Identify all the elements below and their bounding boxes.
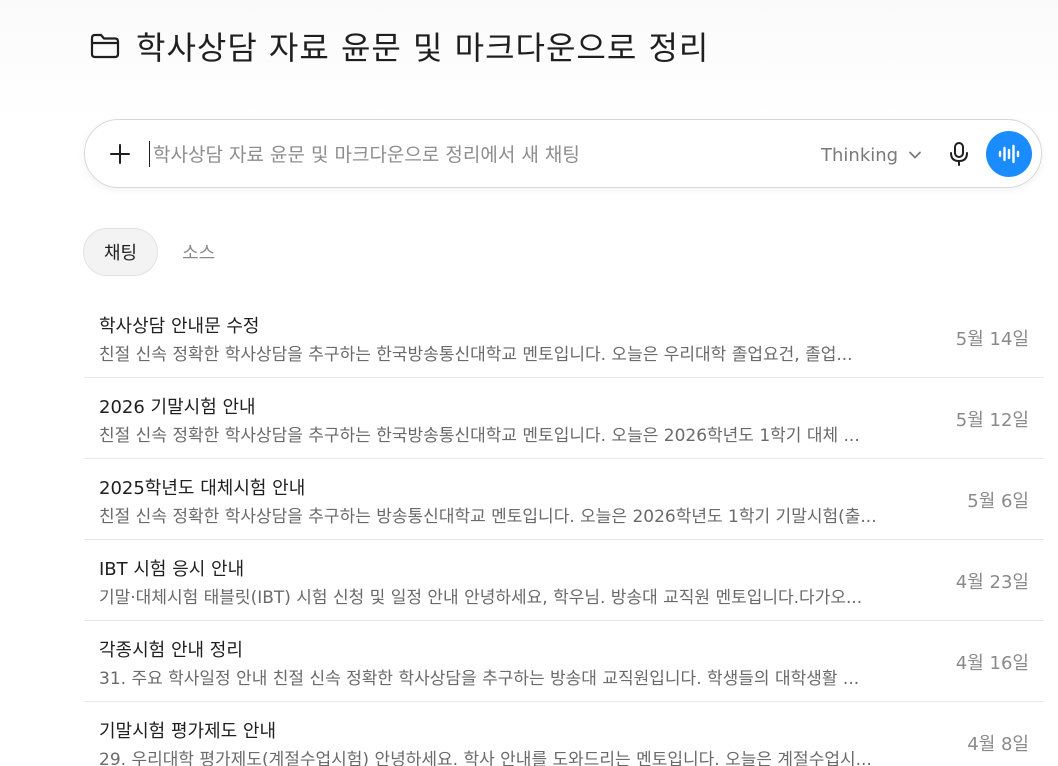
chat-snippet: 친절 신속 정확한 학사상담을 추구하는 한국방송통신대학교 멘토입니다. 오늘… [99,345,853,365]
model-label: Thinking [821,144,899,166]
tab-sources[interactable]: 소스 [162,228,235,276]
chat-input[interactable] [151,134,795,176]
chat-date: 5월 6일 [967,491,1029,512]
chat-snippet: 기말·대체시험 태블릿(IBT) 시험 신청 및 일정 안내 안녕하세요, 학우… [99,588,863,608]
chat-title: IBT 시험 응시 안내 [99,559,245,580]
chat-snippet: 친절 신속 정확한 학사상담을 추구하는 방송통신대학교 멘토입니다. 오늘은 … [99,507,877,527]
model-selector[interactable]: Thinking [821,142,922,168]
tab-bar: 채팅 소스 [83,228,235,276]
chat-snippet: 29. 우리대학 평가제도(계절수업시험) 안녕하세요. 학사 안내를 도와드리… [99,750,872,766]
chat-list: 학사상담 안내문 수정 친절 신속 정확한 학사상담을 추구하는 한국방송통신대… [84,297,1044,766]
chat-date: 5월 14일 [955,329,1029,350]
chat-list-item[interactable]: 2025학년도 대체시험 안내 친절 신속 정확한 학사상담을 추구하는 방송통… [84,459,1044,540]
page-title: 학사상담 자료 윤문 및 마크다운으로 정리 [136,29,710,67]
chat-date: 5월 12일 [955,410,1029,431]
chat-list-item[interactable]: IBT 시험 응시 안내 기말·대체시험 태블릿(IBT) 시험 신청 및 일정… [84,540,1044,621]
add-attachment-button[interactable] [103,137,137,171]
chat-list-item[interactable]: 기말시험 평가제도 안내 29. 우리대학 평가제도(계절수업시험) 안녕하세요… [84,702,1044,766]
chat-title: 각종시험 안내 정리 [99,640,243,661]
voice-mode-button[interactable] [986,131,1032,177]
chat-date: 4월 16일 [955,653,1029,674]
chat-snippet: 31. 주요 학사일정 안내 친절 신속 정확한 학사상담을 추구하는 방송대 … [99,669,860,689]
plus-icon [110,144,130,164]
page-header: 학사상담 자료 윤문 및 마크다운으로 정리 [88,22,709,70]
chevron-down-icon [908,150,922,160]
tab-chats[interactable]: 채팅 [83,228,159,276]
chat-title: 2026 기말시험 안내 [99,397,256,418]
chat-date: 4월 23일 [955,572,1029,593]
microphone-icon [950,142,968,166]
microphone-button[interactable] [943,138,975,170]
chat-title: 기말시험 평가제도 안내 [99,721,277,742]
text-cursor [149,141,150,167]
chat-list-item[interactable]: 각종시험 안내 정리 31. 주요 학사일정 안내 친절 신속 정확한 학사상담… [84,621,1044,702]
chat-title: 2025학년도 대체시험 안내 [99,478,306,499]
chat-title: 학사상담 안내문 수정 [99,316,260,337]
chat-snippet: 친절 신속 정확한 학사상담을 추구하는 한국방송통신대학교 멘토입니다. 오늘… [99,426,860,446]
chat-list-item[interactable]: 2026 기말시험 안내 친절 신속 정확한 학사상담을 추구하는 한국방송통신… [84,378,1044,459]
folder-icon [88,31,122,61]
chat-date: 4월 8일 [967,734,1029,755]
chat-list-item[interactable]: 학사상담 안내문 수정 친절 신속 정확한 학사상담을 추구하는 한국방송통신대… [84,297,1044,378]
waveform-icon [998,144,1020,164]
chat-composer: Thinking [84,119,1042,188]
project-page: 학사상담 자료 윤문 및 마크다운으로 정리 Thinking [0,0,1058,766]
